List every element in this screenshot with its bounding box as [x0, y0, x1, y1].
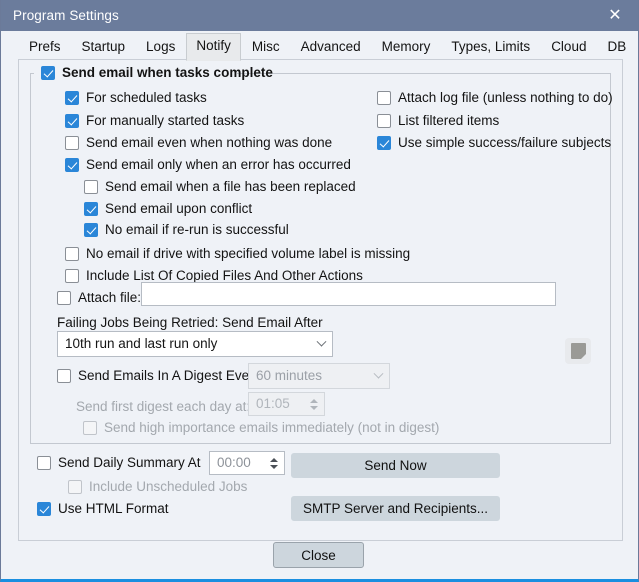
digest-interval-value: 60 minutes [256, 369, 323, 383]
checkbox-label: Include Unscheduled Jobs [89, 479, 248, 495]
checkbox-label: Send Daily Summary At [58, 455, 201, 471]
checkbox-label: Send email upon conflict [105, 201, 253, 217]
checkbox-label: Include List Of Copied Files And Other A… [86, 268, 363, 284]
checkbox-for-manually-started-tasks[interactable]: For manually started tasks [65, 114, 244, 128]
checkbox-box [37, 456, 51, 470]
checkbox-label: For manually started tasks [86, 113, 245, 129]
tab-types-limits[interactable]: Types, Limits [441, 34, 540, 61]
notify-tab-page: Send email when tasks complete For sched… [18, 59, 623, 541]
daily-summary-time-spinner[interactable]: 00:00 [209, 451, 285, 475]
smtp-server-recipients-button[interactable]: SMTP Server and Recipients... [291, 496, 500, 521]
close-icon: ✕ [608, 6, 622, 24]
checkbox-label: Use HTML Format [58, 501, 169, 517]
spinner-arrows-icon[interactable] [304, 393, 324, 415]
tab-logs[interactable]: Logs [136, 34, 185, 61]
checkbox-box [37, 502, 51, 516]
checkbox-box [57, 369, 71, 383]
checkbox-label: Use simple success/failure subjects [398, 135, 612, 151]
window-close-button[interactable]: ✕ [592, 0, 638, 31]
send-now-button[interactable]: Send Now [291, 453, 500, 478]
title-bar: Program Settings ✕ [1, 0, 638, 31]
checkbox-box [84, 202, 98, 216]
checkbox-send-email-when-tasks-complete[interactable]: Send email when tasks complete [41, 66, 273, 80]
checkbox-label: Attach log file (unless nothing to do) [398, 90, 613, 106]
checkbox-label: For scheduled tasks [86, 90, 207, 106]
first-digest-time-value: 01:05 [256, 396, 290, 412]
window-title: Program Settings [13, 8, 119, 23]
checkbox-box [83, 421, 97, 435]
spinner-arrows-icon[interactable] [264, 452, 284, 474]
checkbox-send-emails-in-digest[interactable]: Send Emails In A Digest Every [57, 369, 260, 383]
checkbox-send-email-only-when-error-occurred[interactable]: Send email only when an error has occurr… [65, 158, 351, 172]
checkbox-label: Attach file: [78, 290, 142, 306]
tab-cloud[interactable]: Cloud [541, 34, 596, 61]
daily-summary-time-value: 00:00 [217, 455, 251, 471]
checkbox-label: Send email even when nothing was done [86, 135, 333, 151]
digest-interval-dropdown[interactable]: 60 minutes [248, 363, 390, 389]
checkbox-box [65, 114, 79, 128]
checkbox-include-unscheduled-jobs[interactable]: Include Unscheduled Jobs [68, 480, 247, 494]
checkbox-label: List filtered items [398, 113, 500, 129]
first-digest-time-spinner[interactable]: 01:05 [248, 392, 325, 416]
checkbox-box [65, 247, 79, 261]
checkbox-send-email-even-when-nothing-was-done[interactable]: Send email even when nothing was done [65, 136, 332, 150]
checkbox-box [377, 114, 391, 128]
tab-advanced[interactable]: Advanced [291, 34, 371, 61]
tab-prefs[interactable]: Prefs [19, 34, 71, 61]
checkbox-box [65, 136, 79, 150]
checkbox-box [377, 136, 391, 150]
checkbox-send-high-importance-immediately[interactable]: Send high importance emails immediately … [83, 421, 439, 435]
checkbox-send-daily-summary[interactable]: Send Daily Summary At [37, 456, 201, 470]
tab-memory[interactable]: Memory [372, 34, 441, 61]
close-dialog-button[interactable]: Close [273, 542, 364, 568]
attach-file-browse-button[interactable] [565, 338, 591, 364]
checkbox-attach-log-file[interactable]: Attach log file (unless nothing to do) [377, 91, 613, 105]
checkbox-label: No email if drive with specified volume … [86, 246, 411, 262]
checkbox-box [84, 223, 98, 237]
retry-label: Failing Jobs Being Retried: Send Email A… [57, 315, 323, 330]
checkbox-label: Send email only when an error has occurr… [86, 157, 351, 173]
checkbox-list-filtered-items[interactable]: List filtered items [377, 114, 499, 128]
tab-db[interactable]: DB [597, 34, 636, 61]
retry-dropdown[interactable]: 10th run and last run only [57, 331, 333, 357]
checkbox-box [41, 66, 55, 80]
checkbox-label: Send Emails In A Digest Every [78, 368, 261, 384]
chevron-down-icon [367, 368, 389, 380]
checkbox-include-list-of-copied-files[interactable]: Include List Of Copied Files And Other A… [65, 269, 363, 283]
program-settings-window: Program Settings ✕ Prefs Startup Logs No… [0, 0, 639, 582]
tab-startup[interactable]: Startup [72, 34, 136, 61]
chevron-down-icon [310, 336, 332, 348]
checkbox-use-html-format[interactable]: Use HTML Format [37, 502, 169, 516]
checkbox-label: Send email when tasks complete [62, 65, 273, 81]
checkbox-label: No email if re-run is successful [105, 222, 289, 238]
checkbox-box [65, 91, 79, 105]
checkbox-use-simple-subjects[interactable]: Use simple success/failure subjects [377, 136, 611, 150]
checkbox-box [84, 180, 98, 194]
file-browse-icon [570, 343, 586, 359]
checkbox-box [65, 269, 79, 283]
checkbox-box [377, 91, 391, 105]
checkbox-box [57, 291, 71, 305]
checkbox-no-email-if-rerun-successful[interactable]: No email if re-run is successful [84, 223, 289, 237]
first-digest-label: Send first digest each day at: [76, 399, 251, 414]
checkbox-for-scheduled-tasks[interactable]: For scheduled tasks [65, 91, 207, 105]
attach-file-input[interactable] [141, 282, 556, 306]
checkbox-label: Send email when a file has been replaced [105, 179, 356, 195]
tab-strip: Prefs Startup Logs Notify Misc Advanced … [1, 31, 638, 61]
checkbox-box [65, 158, 79, 172]
checkbox-box [68, 480, 82, 494]
tab-notify[interactable]: Notify [186, 33, 241, 61]
tab-misc[interactable]: Misc [242, 34, 290, 61]
checkbox-send-email-upon-conflict[interactable]: Send email upon conflict [84, 202, 252, 216]
checkbox-label: Send high importance emails immediately … [104, 420, 440, 436]
checkbox-send-email-when-file-replaced[interactable]: Send email when a file has been replaced [84, 180, 356, 194]
checkbox-no-email-if-volume-label-missing[interactable]: No email if drive with specified volume … [65, 247, 410, 261]
checkbox-attach-file[interactable]: Attach file: [57, 291, 141, 305]
retry-dropdown-value: 10th run and last run only [65, 337, 218, 351]
